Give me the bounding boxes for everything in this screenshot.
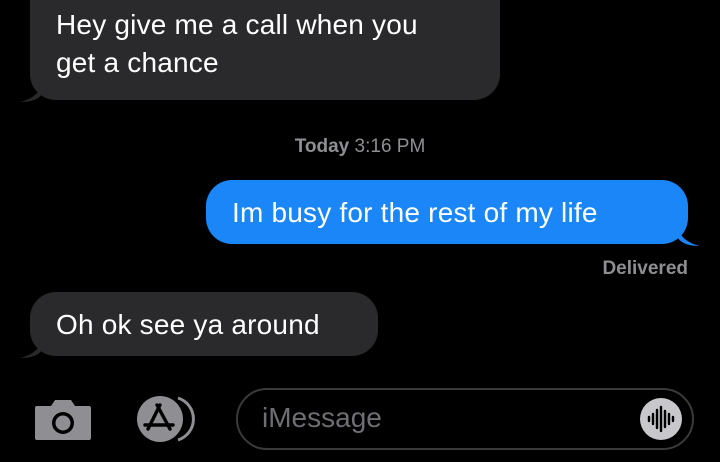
message-text: Oh ok see ya around: [56, 309, 320, 340]
message-input-placeholder: iMessage: [262, 402, 382, 433]
bubble-tail-icon: [20, 336, 42, 358]
message-input[interactable]: iMessage: [236, 388, 694, 450]
message-text-line: get a chance: [56, 47, 219, 78]
timestamp: Today 3:16 PM: [0, 136, 720, 158]
delivery-status: Delivered: [602, 258, 688, 279]
timestamp-time: 3:16 PM: [354, 136, 426, 157]
audio-waveform-icon[interactable]: [640, 398, 682, 440]
camera-icon[interactable]: [33, 396, 93, 442]
message-thread: Hey give me a call when you get a chance…: [0, 0, 720, 462]
outgoing-message-bubble[interactable]: Im busy for the rest of my life: [206, 180, 688, 244]
timestamp-day: Today: [294, 136, 350, 157]
incoming-message-bubble[interactable]: Hey give me a call when you get a chance: [30, 0, 500, 100]
message-text: Im busy for the rest of my life: [232, 197, 598, 228]
incoming-message-bubble[interactable]: Oh ok see ya around: [30, 292, 378, 356]
app-store-icon[interactable]: [134, 394, 206, 444]
bubble-tail-icon: [20, 80, 42, 102]
message-text-line: Hey give me a call when you: [56, 9, 418, 40]
bubble-tail-icon: [678, 224, 700, 246]
